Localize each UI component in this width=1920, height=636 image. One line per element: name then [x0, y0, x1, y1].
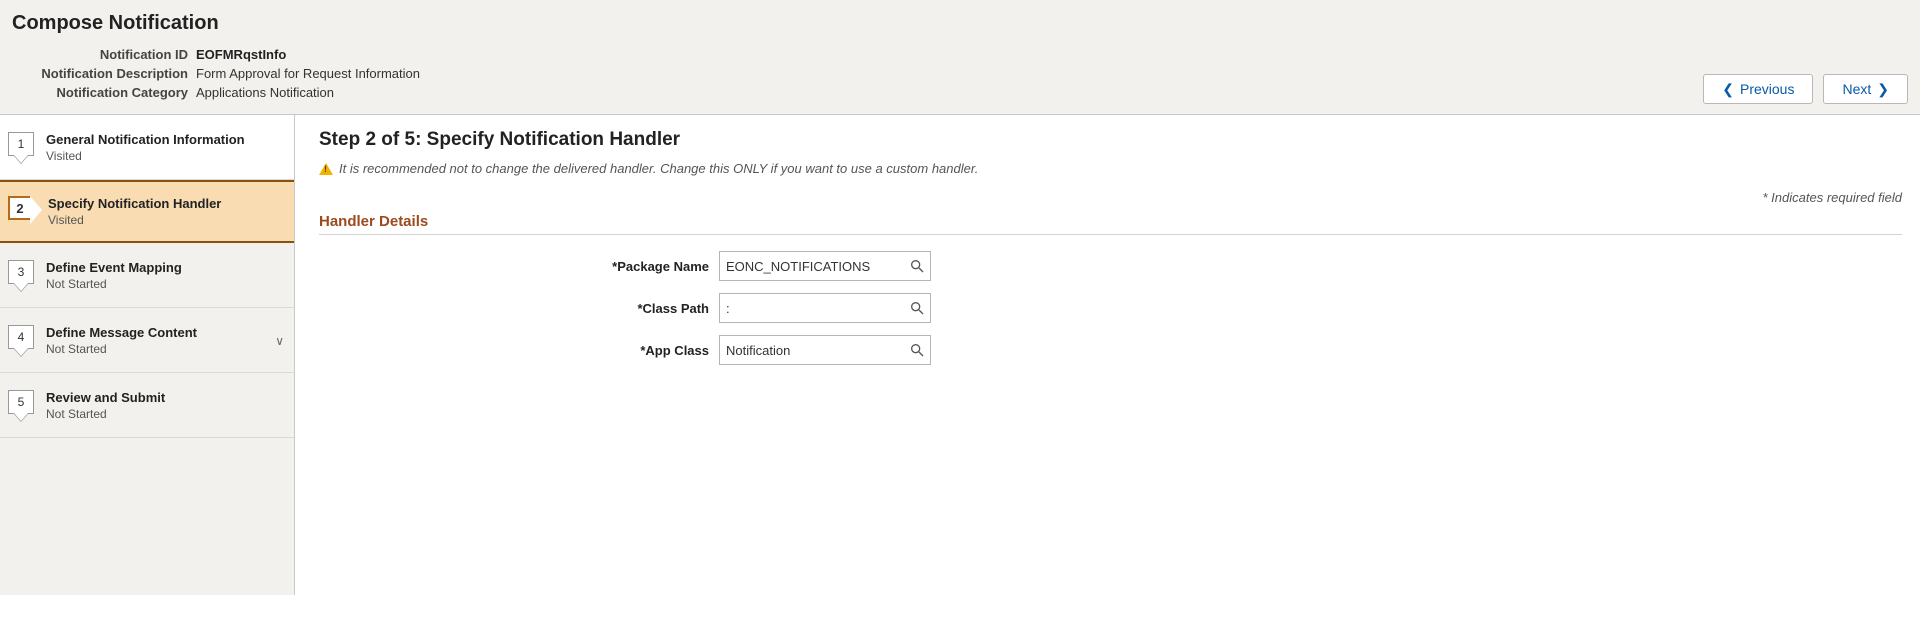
step-text: Review and Submit Not Started: [46, 390, 165, 421]
form-row-package: *Package Name: [319, 251, 1902, 281]
package-name-input[interactable]: [719, 251, 931, 281]
lookup-icon[interactable]: [909, 258, 925, 274]
chevron-right-icon: ❯: [1877, 82, 1889, 96]
step-title: Review and Submit: [46, 390, 165, 405]
meta-id-label: Notification ID: [12, 45, 192, 64]
app-class-input-wrap: [719, 335, 931, 365]
app-class-input[interactable]: [719, 335, 931, 365]
class-path-input[interactable]: [719, 293, 931, 323]
step-title: Specify Notification Handler: [48, 196, 221, 211]
package-name-label: *Package Name: [319, 259, 719, 274]
section-title: Handler Details: [319, 213, 1902, 235]
step-item-2[interactable]: 2 Specify Notification Handler Visited: [0, 180, 294, 243]
previous-button[interactable]: ❮ Previous: [1703, 74, 1813, 104]
layout: 1 General Notification Information Visit…: [0, 115, 1920, 595]
app-class-label: *App Class: [319, 343, 719, 358]
previous-button-label: Previous: [1740, 81, 1794, 97]
step-title: Define Event Mapping: [46, 260, 182, 275]
lookup-icon[interactable]: [909, 342, 925, 358]
meta-desc-value: Form Approval for Request Information: [192, 64, 424, 83]
next-button-label: Next: [1842, 81, 1871, 97]
next-button[interactable]: Next ❯: [1823, 74, 1908, 104]
step-status: Visited: [46, 149, 245, 163]
step-status: Not Started: [46, 342, 197, 356]
step-number: 5: [8, 390, 34, 414]
step-badge-5: 5: [8, 390, 36, 420]
step-status: Visited: [48, 213, 221, 227]
step-title: General Notification Information: [46, 132, 245, 147]
chevron-left-icon: ❮: [1722, 82, 1734, 96]
step-status: Not Started: [46, 277, 182, 291]
step-number: 3: [8, 260, 34, 284]
package-name-input-wrap: [719, 251, 931, 281]
step-text: General Notification Information Visited: [46, 132, 245, 163]
class-path-label: *Class Path: [319, 301, 719, 316]
step-item-1[interactable]: 1 General Notification Information Visit…: [0, 115, 294, 180]
step-item-5[interactable]: 5 Review and Submit Not Started: [0, 373, 294, 438]
info-text: It is recommended not to change the deli…: [339, 161, 978, 176]
warning-icon: [319, 163, 333, 175]
step-badge-3: 3: [8, 260, 36, 290]
step-text: Define Message Content Not Started: [46, 325, 197, 356]
step-status: Not Started: [46, 407, 165, 421]
step-badge-4: 4: [8, 325, 36, 355]
step-number: 2: [8, 196, 30, 220]
nav-buttons: ❮ Previous Next ❯: [1703, 74, 1908, 104]
page-title: Compose Notification: [12, 12, 1908, 35]
step-number: 1: [8, 132, 34, 156]
main-content: Step 2 of 5: Specify Notification Handle…: [295, 115, 1920, 595]
header: Compose Notification Notification ID EOF…: [0, 0, 1920, 115]
step-item-4[interactable]: 4 Define Message Content Not Started ∨: [0, 308, 294, 373]
class-path-input-wrap: [719, 293, 931, 323]
meta-cat-label: Notification Category: [12, 83, 192, 102]
meta-desc-label: Notification Description: [12, 64, 192, 83]
form-row-appclass: *App Class: [319, 335, 1902, 365]
step-title: Define Message Content: [46, 325, 197, 340]
step-item-3[interactable]: 3 Define Event Mapping Not Started: [0, 243, 294, 308]
meta-table: Notification ID EOFMRqstInfo Notificatio…: [12, 45, 424, 102]
step-sidebar: 1 General Notification Information Visit…: [0, 115, 295, 595]
meta-cat-value: Applications Notification: [192, 83, 424, 102]
step-badge-2: 2: [8, 196, 38, 222]
step-badge-1: 1: [8, 132, 36, 162]
info-line: It is recommended not to change the deli…: [319, 161, 1902, 176]
form-row-classpath: *Class Path: [319, 293, 1902, 323]
step-number: 4: [8, 325, 34, 349]
step-heading: Step 2 of 5: Specify Notification Handle…: [319, 129, 1902, 151]
step-text: Define Event Mapping Not Started: [46, 260, 182, 291]
required-note: * Indicates required field: [319, 190, 1902, 205]
meta-id-value: EOFMRqstInfo: [192, 45, 424, 64]
lookup-icon[interactable]: [909, 300, 925, 316]
chevron-down-icon[interactable]: ∨: [275, 334, 284, 348]
step-text: Specify Notification Handler Visited: [48, 196, 221, 227]
